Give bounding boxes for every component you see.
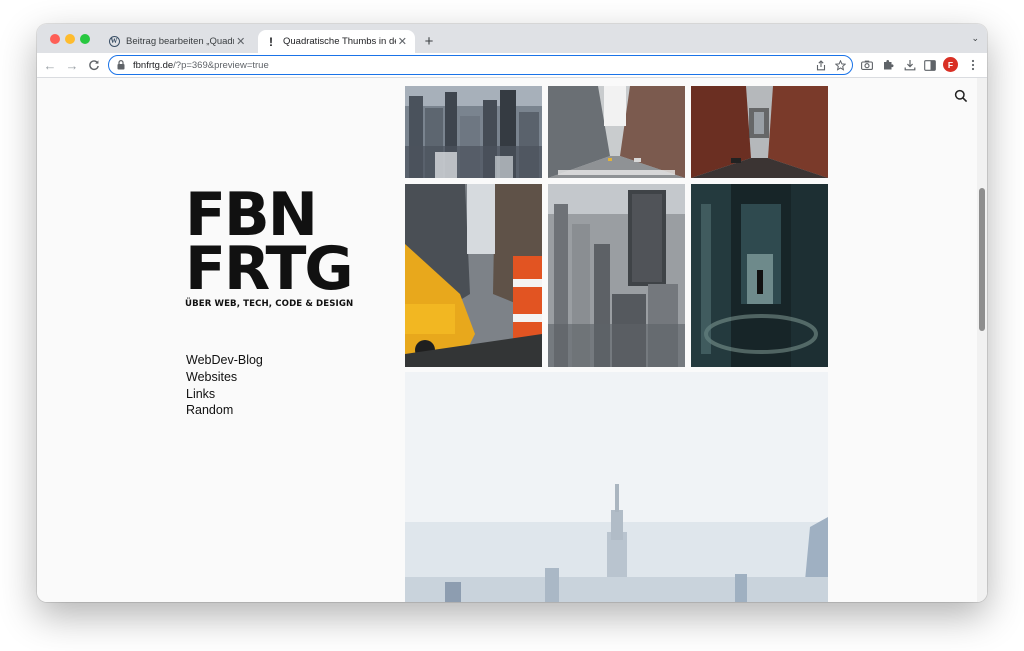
close-window-button[interactable] — [50, 34, 60, 44]
back-button[interactable]: ← — [42, 57, 58, 73]
gallery-image-city-street[interactable] — [548, 86, 685, 178]
subway-station-image — [691, 184, 828, 367]
gallery-image-aerial-skyscrapers[interactable] — [548, 184, 685, 367]
nav-link-webdev-blog[interactable]: WebDev-Blog — [186, 352, 263, 369]
gallery-image-subway-station[interactable] — [691, 184, 828, 367]
url-path: /?p=369&preview=true — [173, 59, 269, 71]
nav-link-websites[interactable]: Websites — [186, 369, 263, 386]
tab-edit-post[interactable]: W Beitrag bearbeiten „Quadratische Thumb… — [101, 30, 253, 53]
reload-button[interactable] — [86, 57, 102, 73]
gallery-image-manhattan-bridge[interactable] — [691, 86, 828, 178]
site-navigation: WebDev-Blog Websites Links Random — [186, 352, 263, 419]
manhattan-bridge-image — [691, 86, 828, 178]
download-icon[interactable] — [903, 58, 917, 72]
close-tab-icon[interactable]: ✕ — [234, 35, 247, 49]
extensions-puzzle-icon[interactable] — [881, 58, 895, 72]
share-icon[interactable] — [814, 58, 828, 72]
close-tab-icon[interactable]: ✕ — [396, 35, 409, 49]
forward-button[interactable]: → — [64, 57, 80, 73]
nav-link-links[interactable]: Links — [186, 386, 263, 403]
aerial-skyscrapers-image — [548, 184, 685, 367]
site-logo[interactable]: FBN FRTG ÜBER WEB, TECH, CODE & DESIGN — [185, 185, 375, 309]
camera-icon[interactable] — [860, 58, 874, 72]
new-tab-button[interactable]: + — [421, 33, 437, 50]
gallery-image-city-skyline[interactable] — [405, 86, 542, 178]
tab-search-chevron-icon[interactable]: ⌄ — [971, 33, 979, 44]
lock-icon — [117, 60, 127, 70]
city-street-image — [548, 86, 685, 178]
search-icon[interactable] — [954, 89, 968, 103]
gallery-image-empire-state[interactable] — [405, 372, 828, 602]
reload-icon — [89, 60, 99, 70]
address-bar[interactable]: fbnfrtg.de/?p=369&preview=true — [108, 55, 853, 75]
exclamation-icon: ! — [269, 34, 273, 49]
kebab-menu-icon[interactable] — [966, 58, 980, 72]
url-text: fbnfrtg.de/?p=369&preview=true — [133, 60, 269, 71]
bookmark-star-icon[interactable] — [833, 58, 847, 72]
browser-window: W Beitrag bearbeiten „Quadratische Thumb… — [37, 24, 987, 602]
profile-avatar[interactable]: F — [943, 57, 958, 72]
tab-title: Quadratische Thumbs in der WordPress-Gal… — [283, 36, 396, 47]
web-page: FBN FRTG ÜBER WEB, TECH, CODE & DESIGN W… — [37, 78, 987, 602]
logo-line-2: FRTG — [185, 234, 354, 304]
side-panel-icon[interactable] — [923, 58, 937, 72]
wordpress-icon: W — [108, 36, 120, 47]
yellow-taxi-image — [405, 184, 542, 367]
url-host: fbnfrtg.de — [133, 59, 174, 71]
nav-link-random[interactable]: Random — [186, 402, 263, 419]
tab-strip: W Beitrag bearbeiten „Quadratische Thumb… — [37, 24, 987, 53]
empire-state-image — [405, 372, 828, 602]
site-tagline: ÜBER WEB, TECH, CODE & DESIGN — [185, 299, 354, 309]
gallery-image-yellow-taxi[interactable] — [405, 184, 542, 367]
page-scrollbar[interactable] — [977, 78, 987, 602]
scrollbar-thumb[interactable] — [979, 188, 985, 331]
city-skyline-image — [405, 86, 542, 178]
tab-title: Beitrag bearbeiten „Quadratische Thumbs … — [126, 36, 235, 47]
zoom-window-button[interactable] — [80, 34, 90, 44]
tab-preview[interactable]: ! Quadratische Thumbs in der WordPress-G… — [258, 30, 415, 53]
browser-toolbar: ← → fbnfrtg.de/?p=369&preview=true F — [37, 53, 987, 78]
minimize-window-button[interactable] — [65, 34, 75, 44]
